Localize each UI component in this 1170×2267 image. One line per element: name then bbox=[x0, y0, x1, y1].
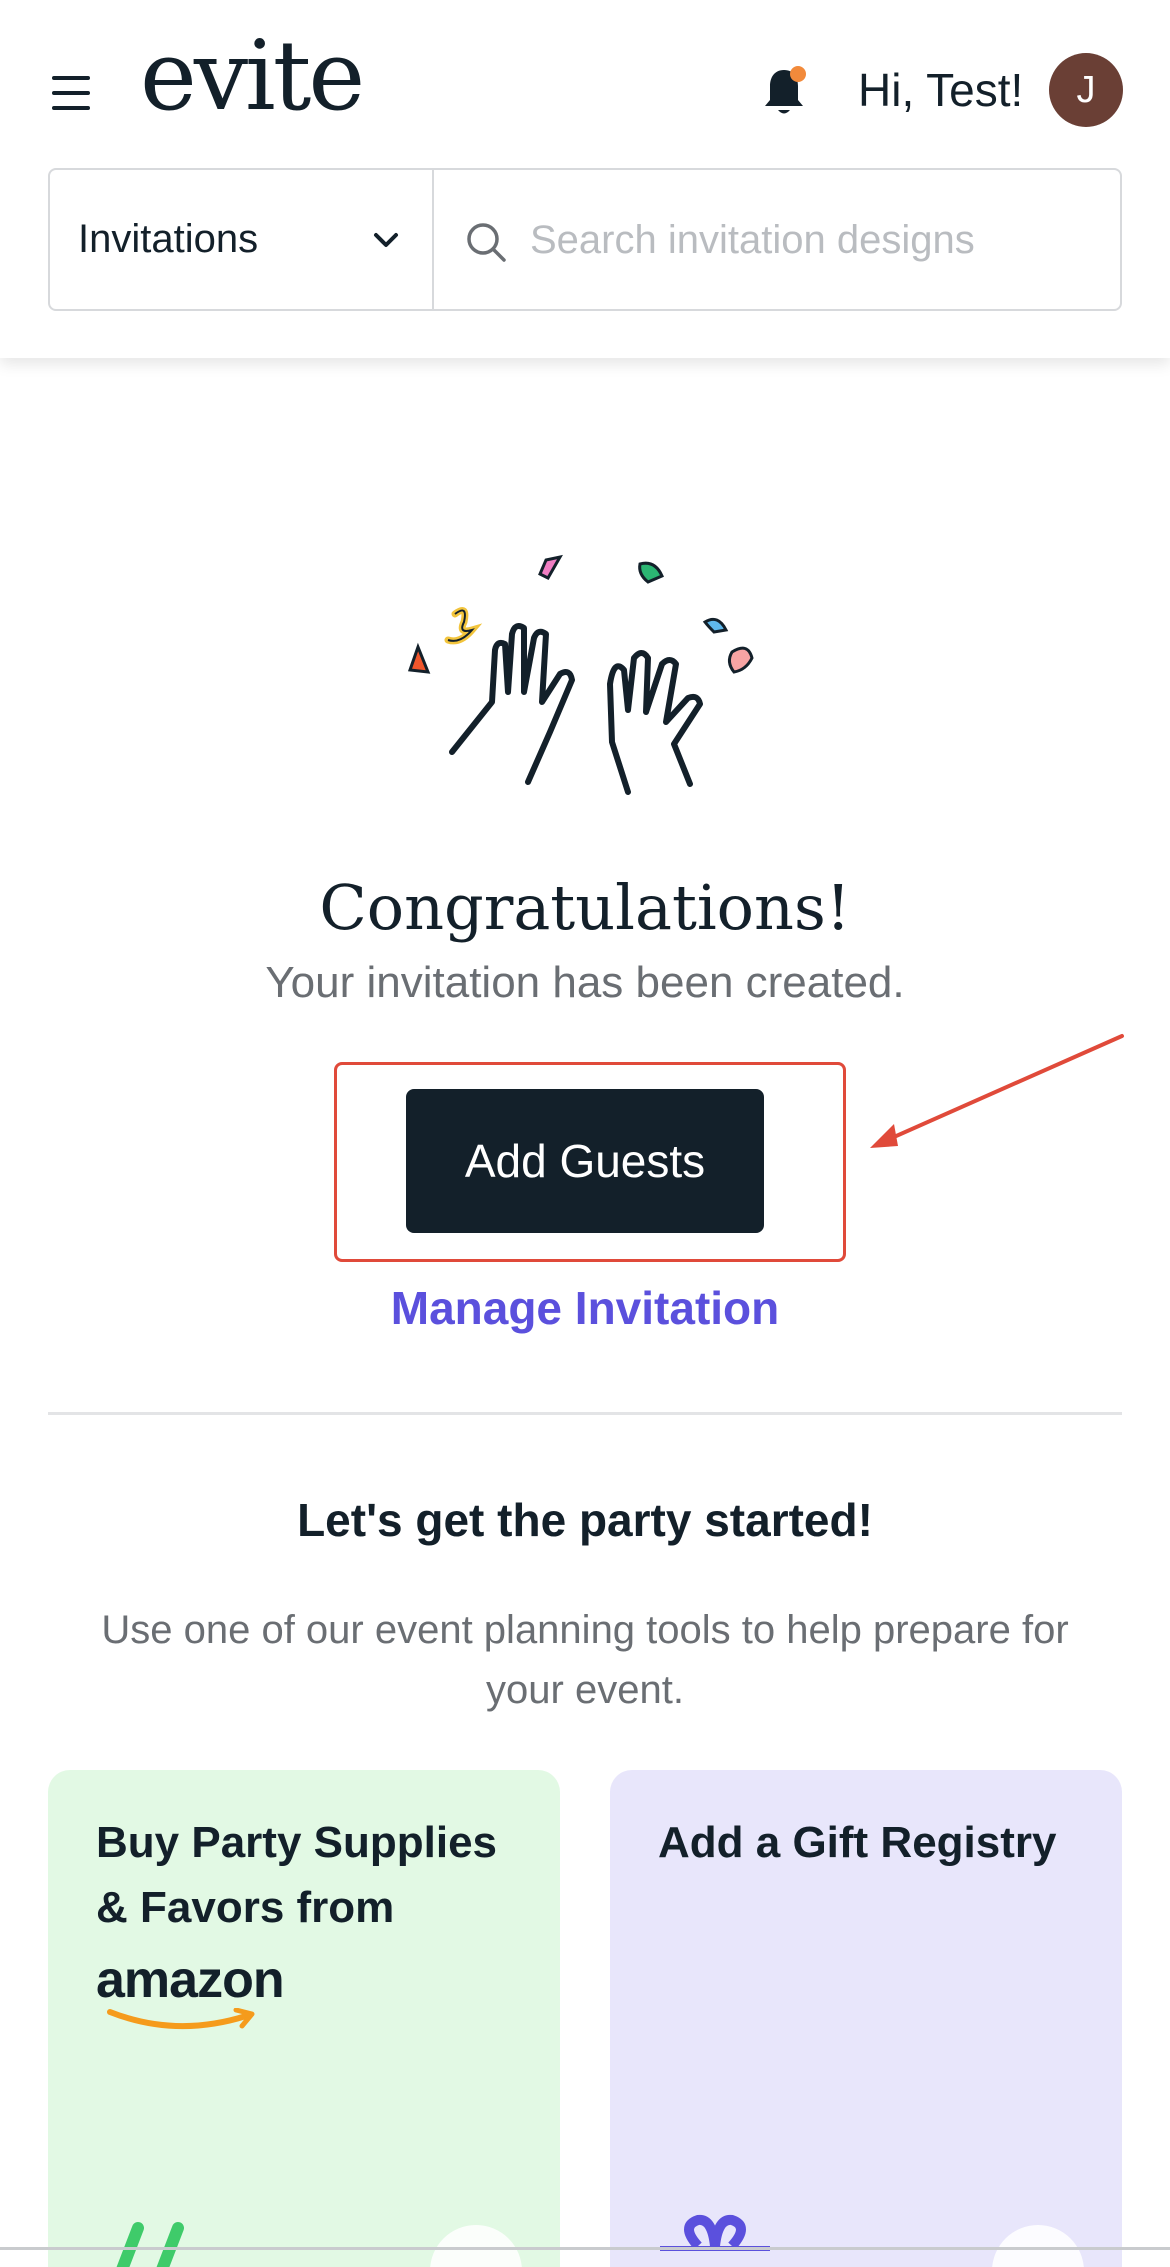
confirmation-subtitle: Your invitation has been created. bbox=[265, 958, 905, 1007]
section-title: Let's get the party started! bbox=[297, 1494, 873, 1546]
add-guests-button[interactable]: Add Guests bbox=[406, 1089, 764, 1233]
avatar[interactable]: J bbox=[1049, 53, 1123, 127]
manage-invitation-link[interactable]: Manage Invitation bbox=[0, 1278, 1170, 1338]
annotation-arrow-icon bbox=[870, 1034, 1124, 1148]
category-dropdown[interactable]: Invitations bbox=[50, 170, 434, 309]
celebration-hands-illustration bbox=[407, 554, 754, 795]
party-hat-icon bbox=[116, 2222, 184, 2267]
search-icon bbox=[467, 223, 506, 262]
section-description: Use one of our event planning tools to h… bbox=[101, 1608, 1069, 1712]
user-greeting: Hi, Test! bbox=[858, 64, 1024, 116]
gift-icon bbox=[660, 2214, 770, 2251]
section-divider bbox=[48, 1412, 1122, 1415]
amazon-logo: amazon bbox=[96, 1952, 296, 2034]
chevron-down-icon bbox=[374, 233, 398, 247]
party-supplies-card[interactable]: Buy Party Supplies & Favors from amazon bbox=[48, 1770, 560, 2267]
card-arrow-circle bbox=[992, 2225, 1084, 2267]
gift-registry-card[interactable]: Add a Gift Registry bbox=[610, 1770, 1122, 2267]
bottom-edge-line bbox=[0, 2247, 1170, 2250]
amazon-smile-icon bbox=[107, 2007, 255, 2029]
top-header: evite Hi, Test! J Invitations bbox=[0, 0, 1170, 358]
evite-logo[interactable]: evite bbox=[140, 28, 365, 124]
category-dropdown-label: Invitations bbox=[78, 217, 259, 261]
amazon-logo-text: amazon bbox=[96, 1951, 285, 2009]
page-title: Congratulations! bbox=[319, 871, 851, 944]
party-supplies-card-title: Buy Party Supplies & Favors from bbox=[96, 1818, 498, 1932]
notification-dot bbox=[790, 66, 806, 82]
bell-icon[interactable] bbox=[760, 62, 810, 120]
card-arrow-circle bbox=[430, 2225, 522, 2267]
search-input[interactable] bbox=[530, 200, 1100, 280]
gift-registry-card-title: Add a Gift Registry bbox=[658, 1818, 1057, 1867]
search-bar: Invitations bbox=[48, 168, 1122, 311]
hamburger-menu-icon[interactable] bbox=[52, 76, 92, 110]
